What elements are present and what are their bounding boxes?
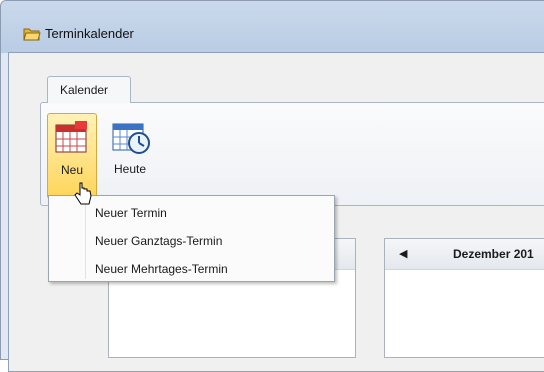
calendar-header: ◀ Dezember 201 [385,239,544,270]
calendar-new-icon [55,121,87,153]
calendar-clock-icon [112,123,150,154]
menu-item-new-multi-day-appointment[interactable]: Neuer Mehrtages-Termin [95,262,228,276]
new-dropdown-menu: Neuer Termin Neuer Ganztags-Termin Neuer… [48,195,335,282]
menu-gutter [85,198,86,279]
tab-kalender[interactable]: Kalender [47,76,131,103]
today-button[interactable]: Heute [105,113,155,187]
mouse-pointer-icon [74,182,92,205]
window-title: Terminkalender [45,26,134,41]
calendar-month-right: ◀ Dezember 201 [384,238,544,358]
previous-month-icon[interactable]: ◀ [399,247,407,260]
tab-label: Kalender [60,83,109,97]
folder-open-icon [23,28,41,41]
month-title: Dezember 201 [453,247,534,261]
menu-item-new-appointment[interactable]: Neuer Termin [95,206,167,220]
title-bar[interactable]: Terminkalender [1,1,544,53]
today-button-label: Heute [113,162,147,176]
new-button-label: Neu [60,163,83,177]
menu-item-new-all-day-appointment[interactable]: Neuer Ganztags-Termin [95,234,222,248]
